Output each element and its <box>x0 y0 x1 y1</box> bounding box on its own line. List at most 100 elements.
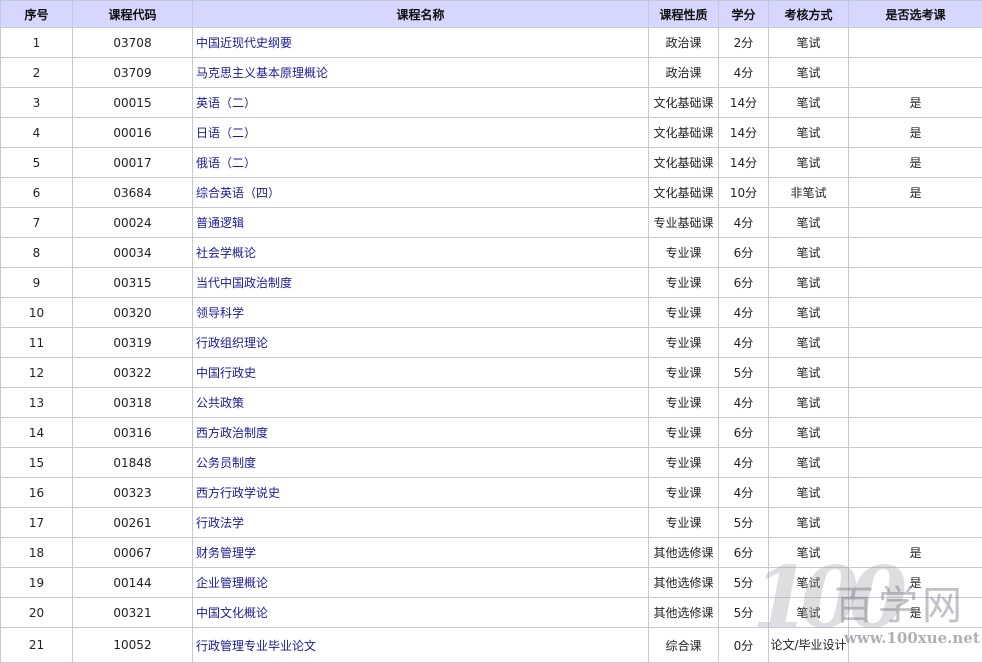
cell-exam-method: 笔试 <box>769 148 849 178</box>
cell-exam-method: 笔试 <box>769 88 849 118</box>
cell-credits: 10分 <box>719 178 769 208</box>
cell-elective: 是 <box>849 598 982 628</box>
cell-course-name[interactable]: 领导科学 <box>193 298 649 328</box>
cell-course-name[interactable]: 财务管理学 <box>193 538 649 568</box>
cell-elective: 是 <box>849 178 982 208</box>
cell-course-name[interactable]: 中国近现代史纲要 <box>193 28 649 58</box>
cell-course-name[interactable]: 公务员制度 <box>193 448 649 478</box>
cell-course-code: 00321 <box>73 598 193 628</box>
course-link[interactable]: 社会学概论 <box>196 246 256 260</box>
cell-credits: 0分 <box>719 628 769 663</box>
course-link[interactable]: 公共政策 <box>196 396 244 410</box>
cell-credits: 4分 <box>719 388 769 418</box>
course-link[interactable]: 中国行政史 <box>196 366 256 380</box>
header-course-type: 课程性质 <box>649 1 719 28</box>
cell-exam-method: 笔试 <box>769 448 849 478</box>
cell-course-name[interactable]: 行政法学 <box>193 508 649 538</box>
cell-course-name[interactable]: 西方政治制度 <box>193 418 649 448</box>
cell-course-code: 00015 <box>73 88 193 118</box>
table-row: 103708中国近现代史纲要政治课2分笔试 <box>1 28 982 58</box>
cell-index: 20 <box>1 598 73 628</box>
course-link[interactable]: 领导科学 <box>196 306 244 320</box>
cell-elective <box>849 478 982 508</box>
cell-course-name[interactable]: 企业管理概论 <box>193 568 649 598</box>
course-link[interactable]: 企业管理概论 <box>196 576 268 590</box>
cell-credits: 14分 <box>719 88 769 118</box>
cell-course-code: 00017 <box>73 148 193 178</box>
table-row: 1400316西方政治制度专业课6分笔试 <box>1 418 982 448</box>
cell-exam-method: 笔试 <box>769 328 849 358</box>
cell-index: 9 <box>1 268 73 298</box>
cell-course-type: 文化基础课 <box>649 178 719 208</box>
cell-exam-method: 笔试 <box>769 508 849 538</box>
cell-index: 7 <box>1 208 73 238</box>
cell-exam-method: 笔试 <box>769 478 849 508</box>
cell-exam-method: 笔试 <box>769 358 849 388</box>
course-link[interactable]: 当代中国政治制度 <box>196 276 292 290</box>
cell-index: 19 <box>1 568 73 598</box>
cell-index: 5 <box>1 148 73 178</box>
course-link[interactable]: 行政组织理论 <box>196 336 268 350</box>
header-elective: 是否选考课 <box>849 1 982 28</box>
course-link[interactable]: 英语（二） <box>196 96 256 110</box>
course-link[interactable]: 普通逻辑 <box>196 216 244 230</box>
cell-index: 1 <box>1 28 73 58</box>
cell-credits: 4分 <box>719 478 769 508</box>
cell-course-name[interactable]: 中国文化概论 <box>193 598 649 628</box>
cell-course-code: 03709 <box>73 58 193 88</box>
cell-course-name[interactable]: 英语（二） <box>193 88 649 118</box>
cell-elective: 是 <box>849 88 982 118</box>
cell-course-name[interactable]: 日语（二） <box>193 118 649 148</box>
table-row: 800034社会学概论专业课6分笔试 <box>1 238 982 268</box>
cell-course-name[interactable]: 公共政策 <box>193 388 649 418</box>
course-link[interactable]: 行政管理专业毕业论文 <box>196 639 316 653</box>
cell-course-name[interactable]: 马克思主义基本原理概论 <box>193 58 649 88</box>
cell-course-type: 专业课 <box>649 478 719 508</box>
cell-elective: 是 <box>849 148 982 178</box>
cell-exam-method: 笔试 <box>769 28 849 58</box>
cell-course-name[interactable]: 普通逻辑 <box>193 208 649 238</box>
table-row: 1000320领导科学专业课4分笔试 <box>1 298 982 328</box>
course-link[interactable]: 俄语（二） <box>196 156 256 170</box>
cell-course-name[interactable]: 俄语（二） <box>193 148 649 178</box>
cell-course-code: 00016 <box>73 118 193 148</box>
cell-course-name[interactable]: 行政组织理论 <box>193 328 649 358</box>
cell-course-code: 00034 <box>73 238 193 268</box>
cell-course-name[interactable]: 当代中国政治制度 <box>193 268 649 298</box>
course-link[interactable]: 中国文化概论 <box>196 606 268 620</box>
cell-exam-method: 非笔试 <box>769 178 849 208</box>
course-link[interactable]: 马克思主义基本原理概论 <box>196 66 328 80</box>
cell-course-name[interactable]: 西方行政学说史 <box>193 478 649 508</box>
course-link[interactable]: 综合英语（四） <box>196 186 280 200</box>
course-link[interactable]: 西方行政学说史 <box>196 486 280 500</box>
course-link[interactable]: 中国近现代史纲要 <box>196 36 292 50</box>
table-header-row: 序号课程代码课程名称课程性质学分考核方式是否选考课 <box>1 1 982 28</box>
cell-course-type: 政治课 <box>649 28 719 58</box>
course-link[interactable]: 日语（二） <box>196 126 256 140</box>
course-link[interactable]: 公务员制度 <box>196 456 256 470</box>
cell-course-type: 专业课 <box>649 508 719 538</box>
cell-elective <box>849 58 982 88</box>
cell-course-name[interactable]: 行政管理专业毕业论文 <box>193 628 649 663</box>
cell-course-type: 其他选修课 <box>649 598 719 628</box>
cell-course-name[interactable]: 社会学概论 <box>193 238 649 268</box>
cell-index: 21 <box>1 628 73 663</box>
table-row: 1100319行政组织理论专业课4分笔试 <box>1 328 982 358</box>
course-link[interactable]: 西方政治制度 <box>196 426 268 440</box>
table-row: 203709马克思主义基本原理概论政治课4分笔试 <box>1 58 982 88</box>
cell-course-code: 00261 <box>73 508 193 538</box>
cell-course-name[interactable]: 综合英语（四） <box>193 178 649 208</box>
cell-course-code: 00320 <box>73 298 193 328</box>
cell-index: 17 <box>1 508 73 538</box>
cell-course-type: 专业课 <box>649 388 719 418</box>
cell-exam-method: 笔试 <box>769 268 849 298</box>
course-link[interactable]: 行政法学 <box>196 516 244 530</box>
cell-course-type: 专业课 <box>649 328 719 358</box>
table-row: 1200322中国行政史专业课5分笔试 <box>1 358 982 388</box>
cell-course-type: 专业课 <box>649 238 719 268</box>
cell-course-code: 00316 <box>73 418 193 448</box>
cell-index: 12 <box>1 358 73 388</box>
table-row: 1600323西方行政学说史专业课4分笔试 <box>1 478 982 508</box>
course-link[interactable]: 财务管理学 <box>196 546 256 560</box>
cell-course-name[interactable]: 中国行政史 <box>193 358 649 388</box>
